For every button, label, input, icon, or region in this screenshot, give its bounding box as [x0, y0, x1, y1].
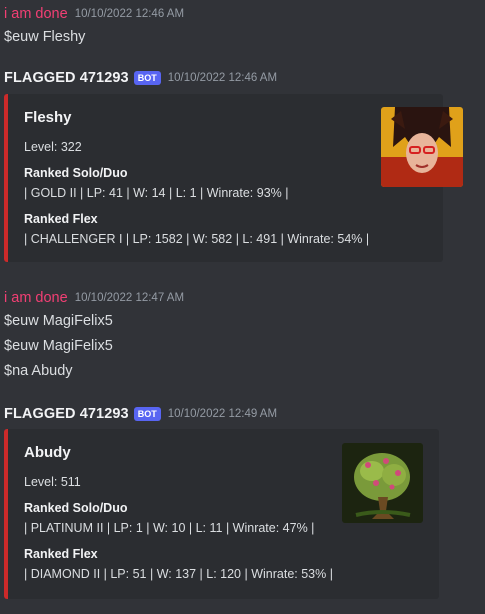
bot-tag: BOT [133, 407, 161, 421]
embed-field-solo-label: Ranked Solo/Duo [24, 166, 128, 180]
embed-level: Level: 511 [24, 475, 81, 489]
embed-field-solo-value: | GOLD II | LP: 41 | W: 14 | L: 1 | Winr… [24, 186, 289, 200]
message-header: i am done 10/10/2022 12:47 AM [4, 288, 485, 308]
author-name[interactable]: FLAGGED 471293 [4, 70, 129, 86]
embed-title: Fleshy [24, 109, 72, 126]
message-header: i am done 10/10/2022 12:46 AM [4, 4, 485, 24]
bot-tag: BOT [133, 71, 161, 85]
message-line: $euw Fleshy [4, 29, 86, 45]
message-line: $euw MagiFelix5 [4, 338, 113, 354]
message-content: $euw MagiFelix5 $euw MagiFelix5 $na Abud… [4, 309, 485, 384]
tree-icon[interactable] [342, 443, 423, 523]
embed: Abudy Level: 511 Ranked Solo/Duo | PLATI… [4, 429, 439, 599]
author-name[interactable]: i am done [4, 6, 68, 22]
message: i am done 10/10/2022 12:47 AM $euw MagiF… [4, 288, 485, 384]
message-line: $euw MagiFelix5 [4, 313, 113, 329]
author-name[interactable]: FLAGGED 471293 [4, 406, 129, 422]
embed: Fleshy Level: 322 Ranked Solo/Duo | GOLD… [4, 94, 463, 262]
message-header: FLAGGED 471293 BOT 10/10/2022 12:49 AM [4, 404, 485, 424]
message-line: $na Abudy [4, 363, 73, 379]
message: FLAGGED 471293 BOT 10/10/2022 12:46 AM [4, 68, 485, 88]
embed-field-flex-value: | CHALLENGER I | LP: 1582 | W: 582 | L: … [24, 232, 370, 246]
author-name[interactable]: i am done [4, 290, 68, 306]
embed-field-flex-value: | DIAMOND II | LP: 51 | W: 137 | L: 120 … [24, 567, 333, 581]
timestamp: 10/10/2022 12:46 AM [167, 72, 278, 84]
message-content: $euw Fleshy [4, 25, 485, 50]
timestamp: 10/10/2022 12:47 AM [74, 292, 185, 304]
embed-level: Level: 322 [24, 140, 82, 154]
timestamp: 10/10/2022 12:46 AM [74, 8, 185, 20]
embed-title: Abudy [24, 444, 71, 461]
embed-field-solo-label: Ranked Solo/Duo [24, 501, 128, 515]
message-header: FLAGGED 471293 BOT 10/10/2022 12:46 AM [4, 68, 485, 88]
champion-portrait-icon[interactable] [381, 107, 463, 187]
embed-field-flex-label: Ranked Flex [24, 547, 98, 561]
timestamp: 10/10/2022 12:49 AM [167, 408, 278, 420]
message: i am done 10/10/2022 12:46 AM $euw Flesh… [4, 4, 485, 50]
embed-field-solo-value: | PLATINUM II | LP: 1 | W: 10 | L: 11 | … [24, 521, 315, 535]
message: FLAGGED 471293 BOT 10/10/2022 12:49 AM [4, 404, 485, 424]
embed-field-flex-label: Ranked Flex [24, 212, 98, 226]
